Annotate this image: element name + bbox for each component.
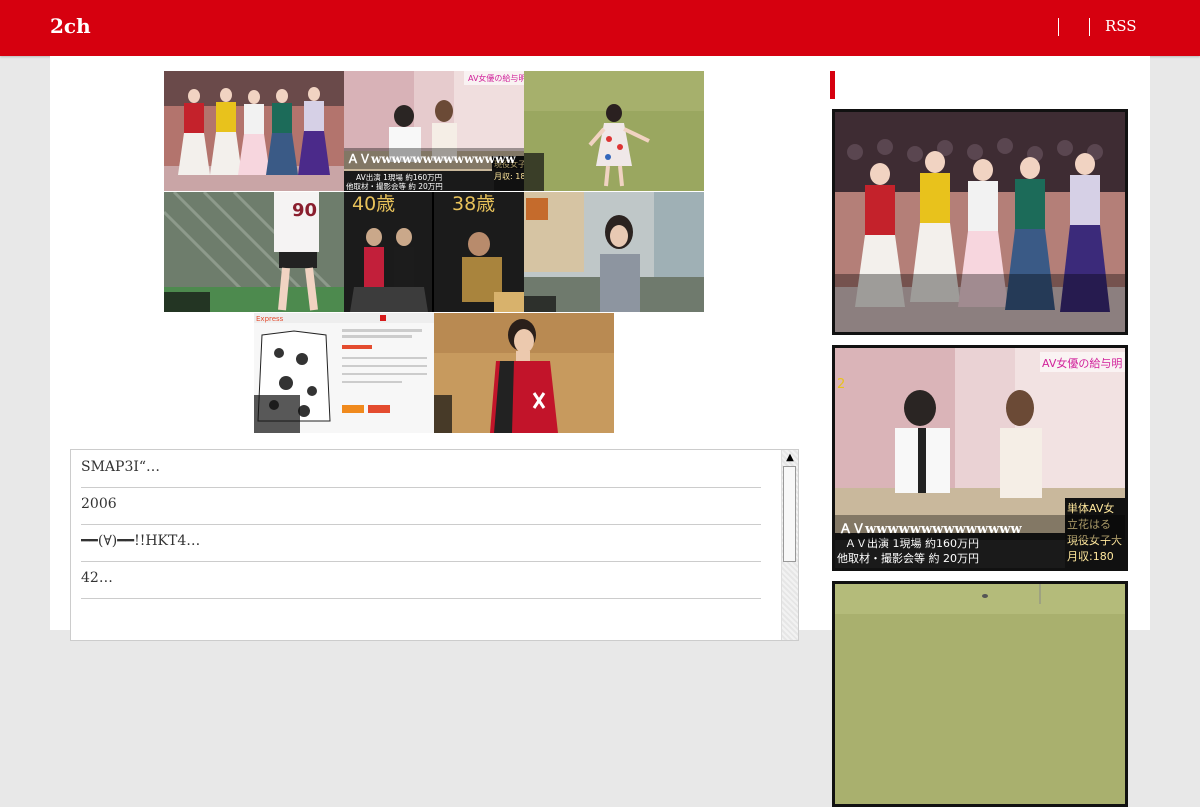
thumb-overlay-text: AV出演 1現場 約160万円 [356,172,442,182]
sidebar-overlay-text: 単体AV女 [1067,501,1114,515]
tv-show-image: AV女優の給与明細 現役女子大生 月収: 180万 AV出演 1現場 約160万… [344,71,524,191]
thumbnail-volleyball[interactable] [434,313,614,433]
thumbnail-caption: ＡＶwwwwwwwwwwwwww [344,148,524,169]
thumb-overlay-text: 月収: 180万 [494,171,524,181]
sidebar-overlay-text: 月収:180 [1067,550,1114,563]
sidebar-grass-field-image [835,584,1125,804]
sidebar-card-grass-field[interactable] [832,581,1128,807]
jersey-number: 90 [292,200,317,221]
shop-logo-text: Express [256,315,284,323]
age-overlay: 40歳 [352,193,395,215]
list-item[interactable]: SMAP3I“… [81,450,761,488]
scroll-up-arrow-icon[interactable]: ▲ [784,452,796,464]
sidebar-idol-group-image [835,112,1125,332]
list-scrollbar[interactable]: ▲ [781,450,798,640]
list-item[interactable]: ━━(∀)━━!!HKT4… [81,524,761,562]
article-list[interactable]: SMAP3I“… 2006 ━━(∀)━━!!HKT4… 42… ▲ [70,449,799,641]
thumbnail-singers[interactable]: 40歳 38歳 [344,192,524,312]
thumbnail-baseball[interactable]: 90 [164,192,344,312]
site-header: 2ch RSS [0,0,1200,56]
sidebar-card-idol-group[interactable] [832,109,1128,335]
singers-image: 40歳 38歳 [344,192,524,312]
sidebar-card-tv-show[interactable]: 2 AV女優の給与明 立花はる 現役女子大 月収:180 単体AV女 ＡＶ出演 … [832,345,1128,571]
sidebar-overlay-text: 他取材・撮影会等 約 20万円 [837,551,979,565]
svg-text:2: 2 [837,377,845,392]
street-image [524,192,704,312]
idol-group-image [164,71,344,191]
volleyball-image [434,313,614,433]
sidebar-card-caption: ＡＶwwwwwwwwwwwwww [835,515,1125,540]
grass-field-image [524,71,704,191]
sidebar-heading-marker [830,71,835,99]
shop-page-image: Express [254,313,434,433]
thumbnail-shop-page[interactable]: Express [254,313,434,433]
scroll-thumb[interactable] [783,466,796,562]
baseball-image: 90 [164,192,344,312]
thumb-overlay-text: 他取材・撮影会等 約 20万円 [346,181,443,191]
thumbnail-street[interactable] [524,192,704,312]
thumbnail-idol-group[interactable] [164,71,344,191]
thumbnail-tv-show[interactable]: AV女優の給与明細 現役女子大生 月収: 180万 AV出演 1現場 約160万… [344,71,524,191]
content-panel: AV女優の給与明細 現役女子大生 月収: 180万 AV出演 1現場 約160万… [50,56,1150,807]
list-item[interactable]: 2006 [81,487,761,525]
age-overlay: 38歳 [452,193,495,215]
thumb-overlay-title: AV女優の給与明細 [468,73,524,83]
nav-separator [1058,18,1059,36]
sidebar-overlay-title: AV女優の給与明 [1042,356,1122,370]
thumbnail-grass-field[interactable] [524,71,704,191]
rss-link[interactable]: RSS [1105,17,1137,35]
site-title-link[interactable]: 2ch [50,14,91,38]
nav-separator [1089,18,1090,36]
list-item[interactable]: 42… [81,561,761,599]
